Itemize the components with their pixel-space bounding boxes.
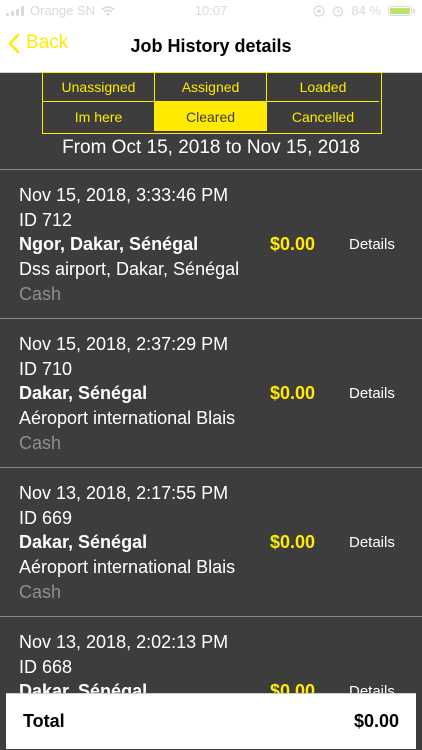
job-list-item[interactable]: Nov 13, 2018, 2:17:55 PM ID 669 Dakar, S… bbox=[0, 468, 422, 617]
filter-loaded[interactable]: Loaded bbox=[267, 73, 379, 102]
job-dropoff: Aéroport international Blais bbox=[19, 408, 236, 428]
job-pickup: Dakar, Sénégal bbox=[19, 383, 148, 403]
job-id: ID 668 bbox=[19, 657, 73, 677]
job-dropoff: Dss airport, Dakar, Sénégal bbox=[19, 259, 240, 279]
job-payment-method: Cash bbox=[19, 433, 62, 453]
filter-cancelled[interactable]: Cancelled bbox=[267, 102, 379, 131]
page-title: Job History details bbox=[130, 36, 292, 56]
total-bar: Total $0.00 bbox=[6, 693, 416, 749]
status-right: 84 % bbox=[313, 3, 415, 18]
job-payment-method: Cash bbox=[19, 582, 62, 602]
job-list-item[interactable]: Nov 15, 2018, 3:33:46 PM ID 712 Ngor, Da… bbox=[0, 170, 422, 319]
job-id: ID 669 bbox=[19, 508, 73, 528]
job-details-button[interactable]: Details bbox=[349, 534, 395, 551]
job-list-item[interactable]: Nov 15, 2018, 2:37:29 PM ID 710 Dakar, S… bbox=[0, 319, 422, 468]
battery-percent: 84 % bbox=[351, 3, 381, 18]
job-list[interactable]: Nov 15, 2018, 3:33:46 PM ID 712 Ngor, Da… bbox=[0, 170, 422, 693]
alarm-icon bbox=[333, 5, 344, 17]
job-dropoff: Aéroport international Blais bbox=[19, 557, 236, 577]
job-datetime: Nov 15, 2018, 2:37:29 PM bbox=[19, 334, 229, 354]
job-id: ID 710 bbox=[19, 359, 73, 379]
status-filter-grid: Unassigned Assigned Loaded Im here Clear… bbox=[42, 72, 382, 134]
job-price: $0.00 bbox=[270, 234, 316, 254]
filter-im-here[interactable]: Im here bbox=[43, 102, 155, 131]
job-datetime: Nov 15, 2018, 3:33:46 PM bbox=[19, 185, 229, 205]
job-list-item[interactable]: Nov 13, 2018, 2:02:13 PM ID 668 Dakar, S… bbox=[0, 617, 422, 693]
orientation-lock-icon bbox=[313, 4, 325, 17]
total-value: $0.00 bbox=[353, 711, 399, 731]
filter-unassigned[interactable]: Unassigned bbox=[43, 73, 155, 102]
filter-cleared[interactable]: Cleared bbox=[155, 102, 267, 131]
job-datetime: Nov 13, 2018, 2:17:55 PM bbox=[19, 483, 229, 503]
status-bar: Orange SN 10:07 84 % bbox=[0, 0, 422, 22]
total-label: Total bbox=[23, 711, 65, 731]
date-range-label: From Oct 15, 2018 to Nov 15, 2018 bbox=[62, 137, 360, 158]
battery-icon bbox=[388, 5, 415, 16]
job-pickup: Ngor, Dakar, Sénégal bbox=[19, 234, 199, 254]
job-details-button[interactable]: Details bbox=[349, 683, 395, 693]
job-details-button[interactable]: Details bbox=[349, 385, 395, 402]
job-price: $0.00 bbox=[270, 532, 316, 552]
job-datetime: Nov 13, 2018, 2:02:13 PM bbox=[19, 632, 229, 652]
job-id: ID 712 bbox=[19, 210, 73, 230]
job-pickup: Dakar, Sénégal bbox=[19, 532, 148, 552]
filter-assigned[interactable]: Assigned bbox=[155, 73, 267, 102]
job-details-button[interactable]: Details bbox=[349, 236, 395, 253]
job-price: $0.00 bbox=[270, 383, 316, 403]
job-price: $0.00 bbox=[270, 681, 316, 693]
job-pickup: Dakar, Sénégal bbox=[19, 681, 148, 693]
navigation-bar: Back Job History details bbox=[0, 22, 422, 73]
job-payment-method: Cash bbox=[19, 284, 62, 304]
